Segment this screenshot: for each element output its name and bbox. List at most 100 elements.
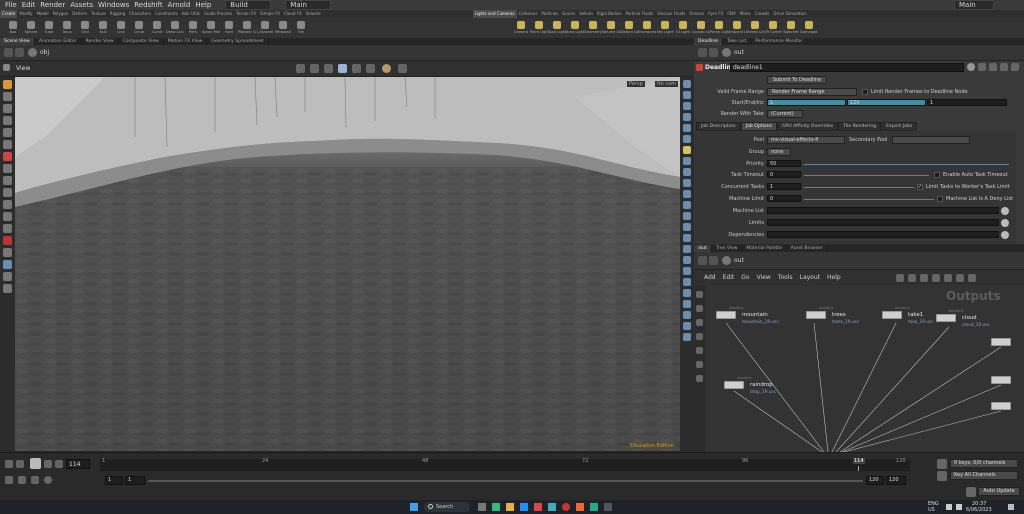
move-tool-icon[interactable] <box>3 92 12 101</box>
pin-icon[interactable] <box>3 64 10 71</box>
menu-render[interactable]: Render <box>40 1 65 9</box>
render-with-take-menu[interactable]: (Current) <box>767 110 803 118</box>
camera-tool[interactable]: Camera <box>512 18 530 34</box>
frame-selection-icon[interactable] <box>683 300 691 308</box>
node-name-field[interactable]: deadline1 <box>730 63 964 72</box>
reference-plane-icon[interactable] <box>3 272 12 281</box>
explorer-icon[interactable] <box>506 503 514 511</box>
sky-light-tool[interactable]: Sky Light <box>656 18 674 34</box>
node-output-2[interactable] <box>991 376 1011 384</box>
stereo-camera-tool[interactable]: Stereo Camera <box>746 18 764 34</box>
range-end2-field[interactable]: 120 <box>886 476 906 485</box>
tab-gpu-affinity[interactable]: GPU Affinity Overrides <box>777 122 839 131</box>
limit-frames-checkbox[interactable] <box>862 89 868 95</box>
point-light-tool[interactable]: Point Light <box>530 18 548 34</box>
deadline-monitor-icon[interactable] <box>590 503 598 511</box>
sphere-tool[interactable]: Sphere <box>22 18 40 34</box>
shelf-tab[interactable]: Cloud FX <box>282 10 304 18</box>
wrench-icon[interactable] <box>895 273 904 282</box>
lock-icon[interactable] <box>3 152 12 161</box>
wireframe-icon[interactable] <box>683 102 691 110</box>
geometry-light-tool[interactable]: Geometry Light <box>584 18 602 34</box>
menu-file[interactable]: File <box>5 1 17 9</box>
forward-arrow-icon[interactable] <box>709 256 718 265</box>
gear-icon[interactable] <box>967 63 975 71</box>
display-options-icon[interactable] <box>296 64 305 73</box>
shelf-tab[interactable]: Viscous Fluids <box>655 10 687 18</box>
network-path[interactable]: out <box>734 257 744 264</box>
box-tool[interactable]: Box <box>4 18 22 34</box>
gi-light-tool[interactable]: GI Light <box>674 18 692 34</box>
shelf-tab[interactable]: Characters <box>127 10 153 18</box>
distant-light-tool[interactable]: Distant Light <box>620 18 638 34</box>
jump-start-icon[interactable] <box>5 460 13 468</box>
help-icon[interactable] <box>978 63 986 71</box>
net-menu-tools[interactable]: Tools <box>778 274 793 281</box>
channels-icon[interactable] <box>937 459 947 469</box>
tab-render-view[interactable]: Render View <box>82 38 119 45</box>
net-home-icon[interactable] <box>696 333 703 340</box>
net-menu-go[interactable]: Go <box>741 274 749 281</box>
wifi-icon[interactable] <box>946 504 952 510</box>
limits-field[interactable] <box>767 219 999 226</box>
platonic-solids-tool[interactable]: Platonic Solids <box>238 18 256 34</box>
taskbar-search[interactable]: Search <box>424 502 470 512</box>
menu-arnold[interactable]: Arnold <box>168 1 191 9</box>
build-dropdown[interactable]: Build <box>225 0 272 10</box>
end-frame-field[interactable]: 120 <box>847 99 926 106</box>
tab-export-jobs[interactable]: Export Jobs <box>881 122 918 131</box>
l-system-tool[interactable]: L-System <box>256 18 274 34</box>
comment-icon[interactable] <box>1000 63 1008 71</box>
fog-icon[interactable] <box>683 168 691 176</box>
gamepad-camera-tool[interactable]: Gamepad Camera <box>800 18 818 34</box>
shelf-tab[interactable]: Lights and Cameras <box>472 10 517 18</box>
net-pan-icon[interactable] <box>696 305 703 312</box>
snapping-icon[interactable] <box>3 188 12 197</box>
param-path[interactable]: out <box>734 49 744 56</box>
tab-deadline[interactable]: Deadline <box>694 38 723 45</box>
node-cloud[interactable]: deadline cloud cloud_19.usc <box>936 309 990 328</box>
back-arrow-icon[interactable] <box>4 48 13 57</box>
net-menu-edit[interactable]: Edit <box>723 274 735 281</box>
channels-menu[interactable]: 0 keys, 0/0 channels <box>950 459 1018 468</box>
forward-arrow-icon[interactable] <box>15 48 24 57</box>
key-all-channels-button[interactable]: Key All Channels <box>950 471 1018 480</box>
task-timeout-slider[interactable] <box>804 175 929 176</box>
construction-plane-icon[interactable] <box>3 260 12 269</box>
deny-list-checkbox[interactable] <box>937 196 943 202</box>
vr-camera-tool[interactable]: VR Camera <box>764 18 782 34</box>
shelf-tab[interactable]: Terrain FX <box>234 10 258 18</box>
tab-performance-monitor[interactable]: Performance Monitor <box>751 38 808 45</box>
line-tool[interactable]: Line <box>112 18 130 34</box>
notification-icon[interactable] <box>1008 504 1014 510</box>
environment-light-tool[interactable]: Environment Light <box>638 18 656 34</box>
network-box-icon[interactable] <box>955 273 964 282</box>
view-tool-icon[interactable] <box>3 164 12 173</box>
store-icon[interactable] <box>548 503 556 511</box>
range-slider[interactable] <box>148 480 863 482</box>
pool-menu[interactable]: ms-visual-effects-fi <box>767 136 845 144</box>
grid-tool[interactable]: Grid <box>76 18 94 34</box>
font-tool[interactable]: Font <box>220 18 238 34</box>
global-anim-icon[interactable] <box>44 476 52 484</box>
file-tool[interactable]: File <box>292 18 310 34</box>
light-icon[interactable] <box>352 64 361 73</box>
caustic-light-tool[interactable]: Caustic Light <box>692 18 710 34</box>
visibility-icon[interactable] <box>683 223 691 231</box>
task-view-icon[interactable] <box>478 503 486 511</box>
menu-help[interactable]: Help <box>195 1 211 9</box>
task-timeout-field[interactable]: 0 <box>767 171 801 178</box>
back-arrow-icon[interactable] <box>698 48 707 57</box>
priority-slider[interactable] <box>804 164 1009 165</box>
auto-update-menu[interactable]: Auto Update <box>978 487 1020 496</box>
multi-snap-icon[interactable] <box>3 248 12 257</box>
shelf-tab[interactable]: Particles <box>539 10 560 18</box>
auto-timeout-checkbox[interactable] <box>934 172 940 178</box>
node-mountain[interactable]: deadline mountain mountain_19.usc <box>716 306 779 325</box>
area-light-tool[interactable]: Area Light <box>566 18 584 34</box>
point-snap-icon[interactable] <box>3 224 12 233</box>
shelf-tab[interactable]: Drive Simulation <box>771 10 808 18</box>
tab-asset-browser[interactable]: Asset Browser <box>787 245 828 252</box>
dependencies-gear-icon[interactable] <box>1001 231 1009 239</box>
portal-light-tool[interactable]: Portal Light <box>710 18 728 34</box>
